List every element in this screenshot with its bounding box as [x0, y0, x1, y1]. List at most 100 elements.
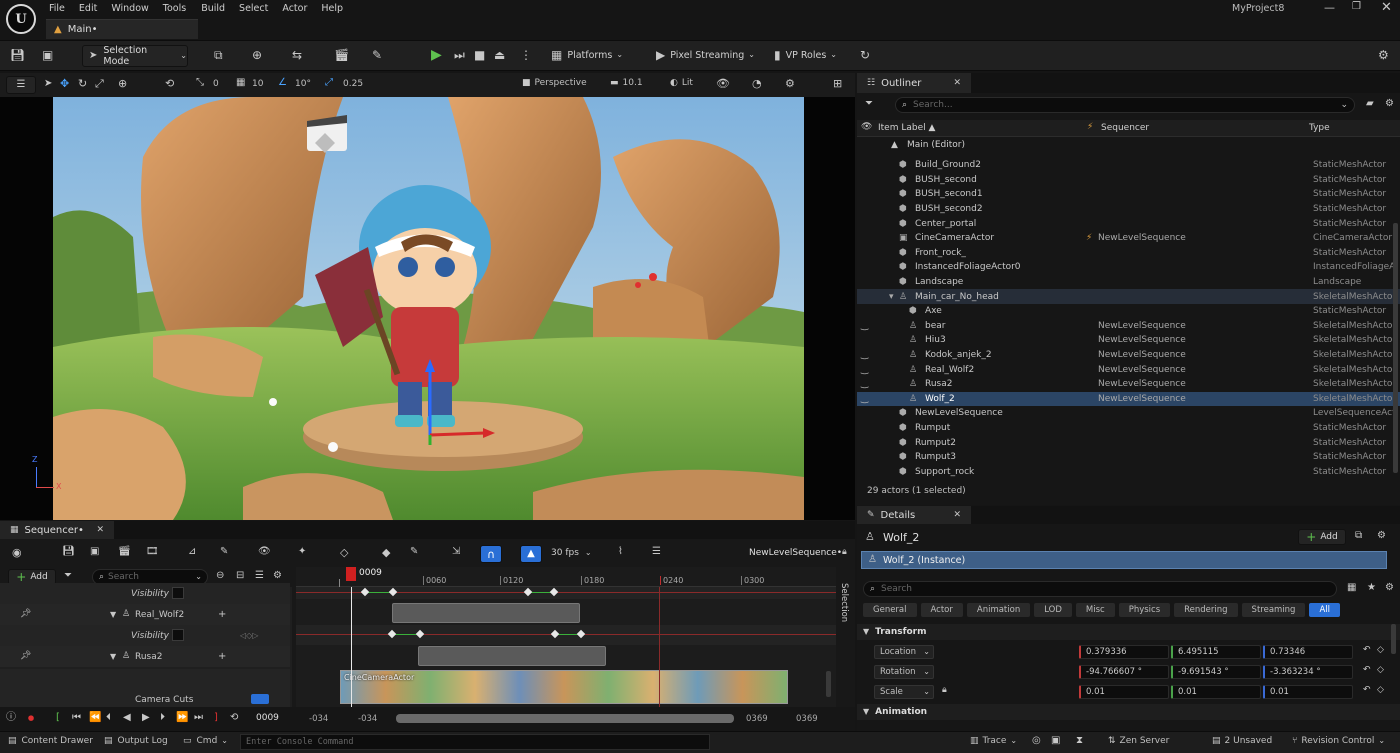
selection-mode-dropdown[interactable]: ➤ Selection Mode ⌄ — [82, 45, 188, 67]
content-browser-icon[interactable]: ▣ — [42, 49, 53, 61]
settings-icon[interactable]: ⚙ — [1378, 49, 1389, 61]
outliner-settings-icon[interactable]: ⚙ — [1385, 99, 1394, 109]
menu-file[interactable]: File — [49, 3, 65, 14]
outliner-root-row[interactable]: ▲ Main (Editor) — [857, 139, 1400, 153]
working-range-end[interactable]: 0369 — [746, 714, 768, 724]
details-scrollbar[interactable] — [1391, 624, 1396, 654]
outliner-row[interactable]: ‿ ♙ Rusa2 NewLevelSequence SkeletalMeshActor — [857, 377, 1400, 392]
play-options-icon[interactable]: ⋮ — [520, 49, 532, 61]
save-icon[interactable]: 💾︎ — [62, 547, 75, 557]
location-y-field[interactable]: 6.495115 — [1171, 645, 1261, 659]
details-tab-rendering[interactable]: Rendering — [1174, 603, 1238, 617]
details-search-input[interactable]: ⌕ Search — [863, 581, 1337, 597]
item-label-column[interactable]: Item Label ▲ — [878, 123, 935, 133]
details-options-icon[interactable]: ⚙ — [1385, 583, 1394, 593]
curve-editor-icon[interactable]: ⌇ — [618, 547, 623, 557]
track-area[interactable]: CineCameraActor — [296, 587, 836, 707]
angle-snap-value[interactable]: 10° — [295, 79, 311, 89]
prev-key-icon[interactable]: ⏪ — [89, 713, 101, 723]
outliner-row[interactable]: ⬢ Axe StaticMeshActor — [857, 304, 1400, 319]
section-real-wolf2[interactable] — [392, 603, 580, 623]
rotation-y-field[interactable]: -9.691543 ° — [1171, 665, 1261, 679]
visibility-icon[interactable]: 👁︎ — [258, 547, 271, 557]
scale-z-field[interactable]: 0.01 — [1263, 685, 1353, 699]
prev-frame-icon[interactable]: ⏴ — [106, 713, 111, 723]
range-scrollbar[interactable] — [396, 714, 734, 723]
play-icon[interactable]: ▶ — [142, 713, 150, 723]
scale-snap-icon[interactable]: ⤢ — [325, 78, 333, 88]
content-drawer-button[interactable]: ▤ Content Drawer — [8, 736, 93, 746]
screenshot-icon[interactable]: ▣ — [1051, 736, 1060, 746]
world-space-icon[interactable]: ⊕ — [118, 78, 127, 89]
playback-options-icon[interactable]: ✦ — [298, 547, 306, 557]
outliner-row[interactable]: ⬢ Center_portal StaticMeshActor — [857, 216, 1400, 231]
set-start-icon[interactable]: [ — [56, 713, 60, 723]
collapse-all-icon[interactable]: ⊖ — [216, 571, 224, 581]
rotation-dropdown[interactable]: Rotation ⌄ — [874, 665, 934, 679]
outliner-row[interactable]: ‿ ♙ Real_Wolf2 NewLevelSequence SkeletalMesh… — [857, 362, 1400, 377]
outliner-row[interactable]: ⬢ InstancedFoliageActor0 InstancedFoliageA… — [857, 260, 1400, 275]
add-icon[interactable]: + — [218, 651, 226, 662]
step-icon[interactable]: ⏭ — [454, 49, 465, 61]
track-camera-cuts[interactable]: Camera Cuts — [0, 669, 290, 707]
animation-section[interactable]: ▼ Animation — [857, 704, 1400, 720]
set-end-icon[interactable]: ] — [214, 713, 218, 723]
perspective-dropdown[interactable]: ■ Perspective — [522, 78, 587, 88]
close-tab-icon[interactable]: ✕ — [953, 510, 961, 520]
outliner-row[interactable]: ⬢ Landscape Landscape — [857, 275, 1400, 290]
rotation-snap-value[interactable]: 0 — [213, 79, 219, 89]
fps-dropdown[interactable]: 30 fps ⌄ — [551, 548, 592, 558]
unsaved-button[interactable]: ▤ 2 Unsaved — [1212, 736, 1272, 746]
visibility-eye-icon[interactable]: ‿ — [861, 350, 868, 360]
lock-icon[interactable]: 🔒︎ — [842, 548, 847, 557]
details-add-button[interactable]: + Add — [1298, 529, 1346, 545]
track-real-wolf2[interactable]: 📌︎ ▼ ♙ Real_Wolf2 + — [0, 604, 290, 625]
snap-frames-button[interactable]: ▲ — [520, 545, 542, 563]
filter-icon[interactable]: ⏷ — [64, 571, 72, 581]
level-tab[interactable]: ▲ Main• — [46, 19, 198, 39]
outliner-scrollbar[interactable] — [1393, 223, 1398, 473]
outliner-row[interactable]: ▾ ♙ Main_car_No_head SkeletalMeshActor — [857, 289, 1400, 304]
reset-icon[interactable]: ↶ — [1363, 666, 1371, 675]
selection-side-tab[interactable]: Selection — [838, 569, 852, 669]
source-control-icon[interactable]: ↻ — [860, 49, 870, 61]
camera-lock-button[interactable] — [251, 694, 269, 704]
clapper-icon[interactable]: 🎬︎ — [334, 49, 349, 61]
checkbox[interactable] — [172, 629, 184, 641]
save-icon[interactable]: 💾︎ — [10, 49, 25, 61]
snap-magnet-button[interactable]: ∩ — [480, 545, 502, 563]
visibility-eye-icon[interactable]: ‿ — [861, 321, 868, 331]
minimize-icon[interactable]: — — [1324, 2, 1335, 13]
outliner-row[interactable]: ⬢ BUSH_second2 StaticMeshActor — [857, 202, 1400, 217]
view-range-end[interactable]: 0369 — [796, 714, 818, 724]
key-nav-icon[interactable]: ◁◇▷ — [240, 631, 258, 640]
filter-icon[interactable]: ⏷ — [865, 99, 873, 109]
loop-icon[interactable]: ⟲ — [230, 713, 238, 723]
add-folder-icon[interactable]: ▰ — [1366, 99, 1374, 109]
auto-key-icon[interactable]: ⇲ — [452, 547, 460, 557]
scale-tool-icon[interactable]: ⤢ — [95, 78, 104, 89]
derived-data-icon[interactable]: ⧗ — [1076, 736, 1083, 746]
close-window-icon[interactable]: ✕ — [1381, 1, 1392, 14]
grid-snap-icon[interactable]: ▦ — [236, 78, 245, 88]
sequencer-tab[interactable]: ▦ Sequencer• ✕ — [0, 521, 114, 539]
rotation-z-field[interactable]: -3.363234 ° — [1263, 665, 1353, 679]
working-range-start[interactable]: -034 — [358, 714, 377, 724]
close-tab-icon[interactable]: ✕ — [96, 525, 104, 535]
outliner-row[interactable]: ⬢ Rumput StaticMeshActor — [857, 421, 1400, 436]
move-tool-icon[interactable]: ✥ — [60, 78, 69, 89]
scale-dropdown[interactable]: Scale ⌄ — [874, 685, 934, 699]
camera-cut-section[interactable]: CineCameraActor — [340, 670, 788, 704]
section-rusa2[interactable] — [418, 646, 606, 666]
menu-help[interactable]: Help — [321, 3, 343, 14]
next-key-icon[interactable]: ⏩ — [176, 713, 188, 723]
checkbox[interactable] — [172, 587, 184, 599]
playhead-marker[interactable] — [346, 567, 356, 581]
scale-y-field[interactable]: 0.01 — [1171, 685, 1261, 699]
reset-icon[interactable]: ↶ — [1363, 686, 1371, 695]
maximize-viewport-icon[interactable]: ⊞ — [833, 78, 842, 89]
jump-end-icon[interactable]: ⏭ — [194, 713, 203, 723]
blueprint-icon[interactable]: ⧉ — [214, 49, 223, 61]
trace-button[interactable]: ▥ Trace ⌄ — [970, 736, 1017, 746]
outliner-row[interactable]: ▣ CineCameraActor ⚡︎ NewLevelSequence CineCa… — [857, 231, 1400, 246]
